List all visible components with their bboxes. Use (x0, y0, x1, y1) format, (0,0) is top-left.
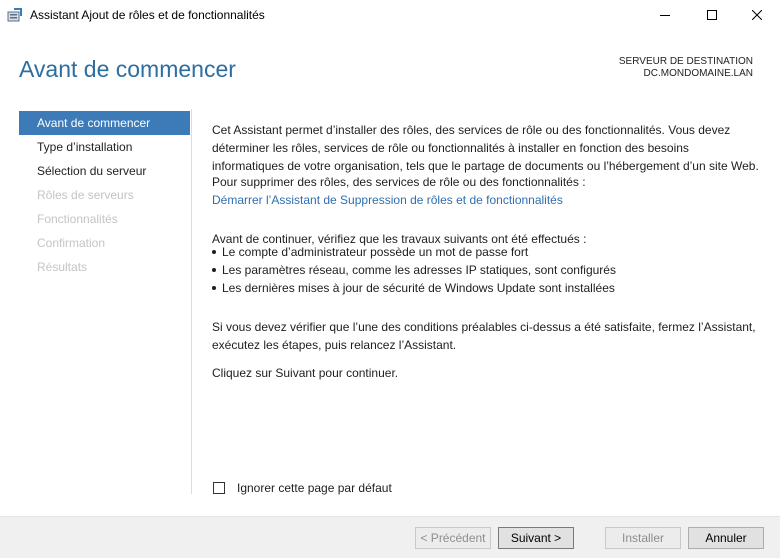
cancel-button[interactable]: Annuler (688, 527, 764, 549)
step-confirmation: Confirmation (37, 236, 106, 250)
bullet-icon (212, 286, 216, 290)
skip-page-label[interactable]: Ignorer cette page par défaut (237, 481, 392, 495)
title-bar: Assistant Ajout de rôles et de fonctionn… (0, 0, 780, 30)
close-icon (752, 10, 762, 20)
verify-paragraph: Si vous devez vérifier que l’une des con… (212, 320, 756, 352)
bullet-icon (212, 250, 216, 254)
step-resultats: Résultats (37, 260, 88, 274)
step-avant-de-commencer[interactable]: Avant de commencer (19, 111, 190, 135)
skip-page-option[interactable]: Ignorer cette page par défaut (213, 480, 392, 496)
next-button[interactable]: Suivant > (498, 527, 574, 549)
window-title: Assistant Ajout de rôles et de fonctionn… (30, 8, 265, 22)
maximize-icon (707, 10, 717, 20)
wizard-step-list: Avant de commencer Type d’installation S… (19, 111, 190, 279)
list-item: Les paramètres réseau, comme les adresse… (212, 261, 764, 279)
prerequisite-list: Le compte d’administrateur possède un mo… (212, 243, 764, 297)
remove-text: Pour supprimer des rôles, des services d… (212, 175, 586, 189)
minimize-icon (660, 15, 670, 16)
maximize-button[interactable] (689, 0, 735, 30)
page-title: Avant de commencer (19, 56, 236, 82)
destination-server-name: DC.MONDOMAINE.LAN (643, 68, 753, 79)
step-fonctionnalites: Fonctionnalités (37, 212, 118, 226)
previous-button[interactable]: < Précédent (415, 527, 491, 549)
intro-paragraph: Cet Assistant permet d’installer des rôl… (212, 123, 759, 173)
nav-divider (191, 109, 192, 494)
step-roles-serveurs: Rôles de serveurs (37, 188, 134, 202)
next-paragraph: Cliquez sur Suivant pour continuer. (212, 366, 399, 380)
install-button[interactable]: Installer (605, 527, 681, 549)
list-item: Les dernières mises à jour de sécurité d… (212, 279, 764, 297)
step-type-installation[interactable]: Type d’installation (19, 135, 190, 159)
bullet-icon (212, 268, 216, 272)
server-manager-icon (7, 7, 23, 23)
skip-page-checkbox[interactable] (213, 482, 225, 494)
minimize-button[interactable] (642, 0, 688, 30)
destination-server-label: SERVEUR DE DESTINATION (618, 56, 753, 67)
step-selection-serveur[interactable]: Sélection du serveur (19, 159, 190, 183)
remove-section: Pour supprimer des rôles, des services d… (212, 173, 764, 209)
list-item: Le compte d’administrateur possède un mo… (212, 243, 764, 261)
close-button[interactable] (734, 0, 780, 30)
remove-wizard-link[interactable]: Démarrer l’Assistant de Suppression de r… (212, 191, 764, 209)
